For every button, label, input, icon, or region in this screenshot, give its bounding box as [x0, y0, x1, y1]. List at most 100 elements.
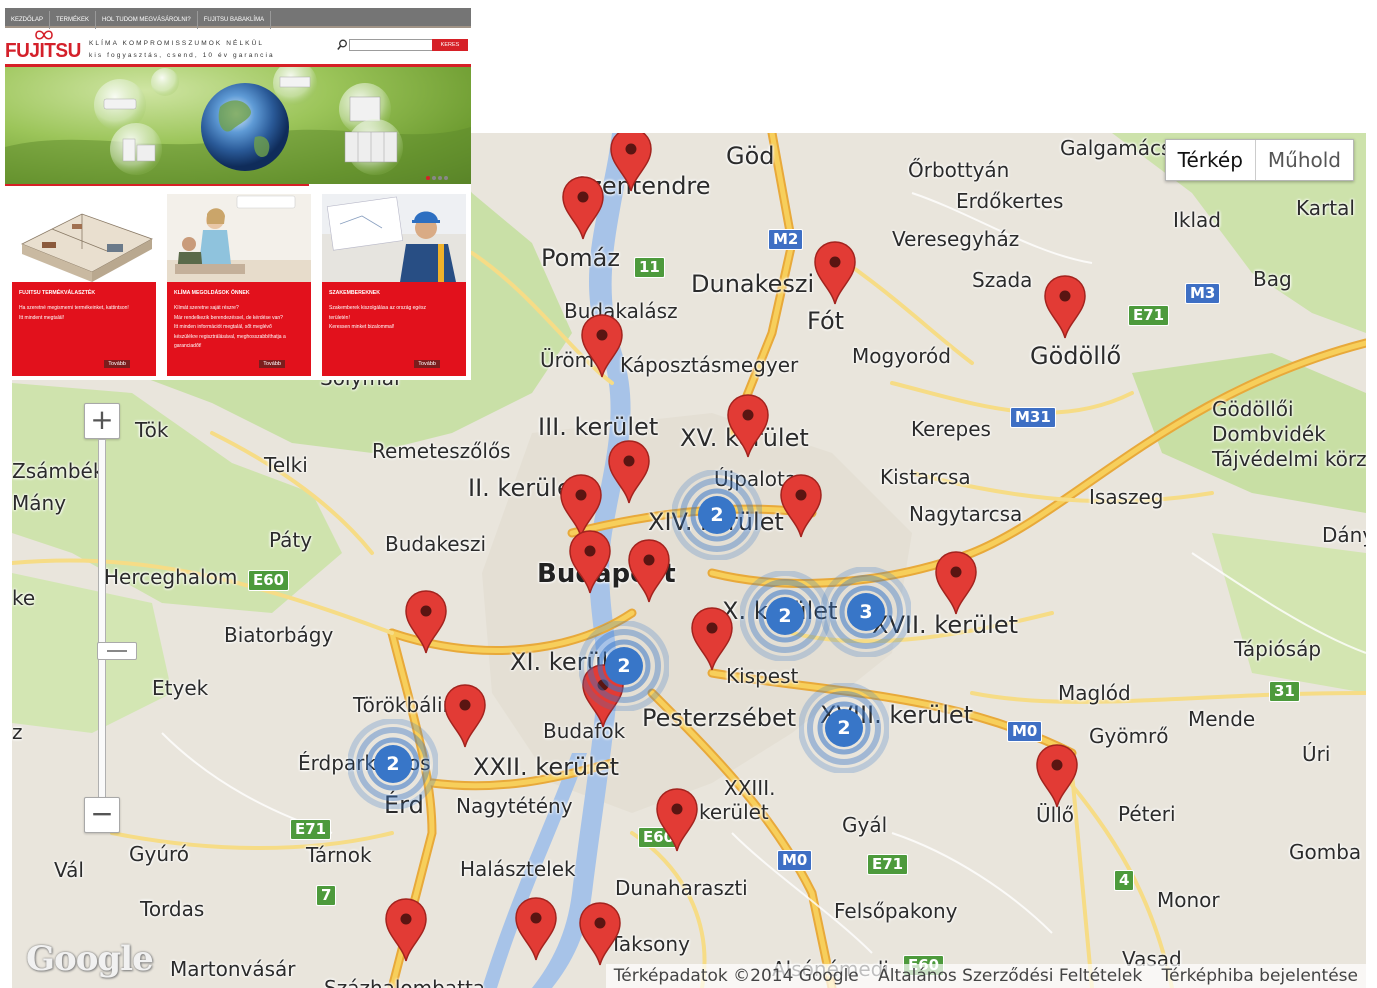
map-place-label: Tordas [140, 897, 205, 921]
map-marker[interactable] [442, 683, 488, 749]
map-marker[interactable] [725, 393, 771, 459]
fujitsu-logo[interactable]: FUJITSU [5, 40, 81, 63]
marker-cluster[interactable]: 2 [347, 718, 439, 810]
map-place-label: Telki [264, 453, 308, 477]
zoom-control[interactable]: + − [84, 403, 137, 833]
map-type-control[interactable]: Térkép Műhold [1164, 139, 1354, 181]
cluster-count: 2 [617, 655, 631, 677]
zoom-in-button[interactable]: + [84, 403, 120, 439]
map-marker[interactable] [403, 589, 449, 655]
map-place-label: z [12, 720, 23, 744]
nav-baby-klima[interactable]: FUJITSU BABAKLÍMA [198, 11, 272, 29]
map-marker[interactable] [1034, 743, 1080, 809]
banner-dot-4[interactable] [444, 176, 448, 180]
map-place-label: Etyek [152, 676, 209, 700]
hero-banner[interactable] [5, 67, 471, 184]
road-shield: E71 [1128, 305, 1170, 326]
map-pin-icon [628, 539, 670, 603]
map-place-label: Dunakeszi [691, 270, 815, 298]
map-marker[interactable] [567, 529, 613, 595]
card-text-line: Klímát szeretne saját részre? [174, 305, 239, 311]
card-product-range[interactable]: FUJITSU TERMÉKVÁLASZTÉK Ha szeretné megi… [12, 194, 156, 376]
map-place-label: Gödöllő [1030, 342, 1122, 370]
map-place-label: Isaszeg [1089, 485, 1164, 509]
card-professionals[interactable]: SZAKEMBEREKNEK Szakemberek kiszolgálása … [322, 194, 466, 376]
marker-cluster[interactable]: 2 [671, 469, 763, 561]
map-place-label: Gödöllői [1212, 397, 1294, 421]
map-place-label: Remeteszőlős [372, 439, 511, 463]
card-text-line: garanciadőt! [174, 343, 202, 349]
card-more-button[interactable]: Tovább [104, 360, 130, 368]
card-text-line: Már rendelkezik berendezéssel, de kérdés… [174, 314, 283, 321]
map-marker[interactable] [383, 897, 429, 963]
marker-cluster[interactable]: 3 [820, 566, 912, 658]
search-button[interactable]: KERES [432, 39, 468, 51]
map-data-copyright: Térképadatok ©2014 Google [613, 966, 859, 986]
map-pin-icon [385, 898, 427, 962]
map-place-label: Mogyoród [852, 344, 951, 368]
cluster-count: 2 [837, 717, 851, 739]
map-place-label: Gomba [1289, 840, 1362, 864]
road-shield: E71 [290, 819, 332, 840]
map-place-label: Vál [54, 858, 84, 882]
map-place-label: Herceghalom [104, 565, 238, 589]
map-pin-icon [1044, 275, 1086, 339]
card-climate-solutions[interactable]: KLÍMA MEGOLDÁSOK ÖNNEK Klímát szeretne s… [167, 194, 311, 376]
search-icon [337, 39, 347, 50]
zoom-out-button[interactable]: − [84, 797, 120, 833]
cluster-count: 2 [386, 753, 400, 775]
hero-banner-illustration [5, 67, 471, 184]
map-type-map-button[interactable]: Térkép [1166, 140, 1256, 180]
marker-cluster[interactable]: 2 [798, 682, 890, 774]
map-place-label: Dunaharaszti [615, 876, 748, 900]
map-pin-icon [562, 176, 604, 240]
map-marker[interactable] [608, 133, 654, 193]
technician-photo [322, 194, 466, 282]
map-marker[interactable] [513, 896, 559, 962]
road-shield: 31 [1269, 681, 1300, 702]
map-marker[interactable] [577, 901, 623, 967]
nav-products[interactable]: TERMÉKEK [50, 11, 97, 29]
marker-cluster[interactable]: 2 [578, 620, 670, 712]
map-place-label: Kispest [726, 664, 799, 688]
card-more-button[interactable]: Tovább [414, 360, 440, 368]
map-type-satellite-button[interactable]: Műhold [1256, 140, 1353, 180]
terms-link[interactable]: Általános Szerződési Feltételek [878, 966, 1142, 986]
map-place-label: Tápiósáp [1234, 637, 1322, 661]
card-more-button[interactable]: Tovább [259, 360, 285, 368]
map-marker[interactable] [579, 313, 625, 379]
nav-where-to-buy[interactable]: HOL TUDOM MEGVÁSÁROLNI? [96, 11, 198, 29]
map-place-label: Dány [1322, 523, 1366, 547]
map-marker[interactable] [812, 240, 858, 306]
map-marker[interactable] [689, 606, 735, 672]
zoom-slider-thumb[interactable] [97, 642, 137, 660]
map-marker[interactable] [933, 550, 979, 616]
marker-cluster[interactable]: 2 [739, 570, 831, 662]
banner-dot-2[interactable] [432, 176, 436, 180]
banner-pagination[interactable] [424, 167, 448, 185]
zoom-slider-track[interactable] [97, 439, 137, 801]
map-marker[interactable] [606, 439, 652, 505]
fujitsu-site-panel: KEZDŐLAP TERMÉKEK HOL TUDOM MEGVÁSÁROLNI? F… [5, 0, 471, 380]
map-marker[interactable] [560, 175, 606, 241]
map-marker[interactable] [654, 787, 700, 853]
map-marker[interactable] [778, 473, 824, 539]
cluster-count: 3 [859, 601, 873, 623]
nav-home[interactable]: KEZDŐLAP [5, 11, 51, 29]
map-pin-icon [569, 530, 611, 594]
map-marker[interactable] [1042, 274, 1088, 340]
search-input[interactable] [349, 39, 435, 51]
road-shield: M2 [768, 229, 804, 250]
map-place-label: Káposztásmegyer [620, 353, 799, 377]
map-place-label: Martonvásár [170, 957, 296, 981]
report-map-error-link[interactable]: Térképhiba bejelentése [1162, 966, 1358, 986]
map-place-label: Kistarcsa [880, 465, 971, 489]
map-place-label: III. kerület [538, 413, 659, 441]
map-place-label: Felsőpakony [834, 899, 958, 923]
map-place-label: Szada [972, 268, 1033, 292]
map-place-label: Fót [807, 307, 845, 335]
map-place-label: Monor [1157, 888, 1220, 912]
banner-dot-1[interactable] [426, 176, 430, 180]
banner-dot-3[interactable] [438, 176, 442, 180]
map-marker[interactable] [626, 538, 672, 604]
